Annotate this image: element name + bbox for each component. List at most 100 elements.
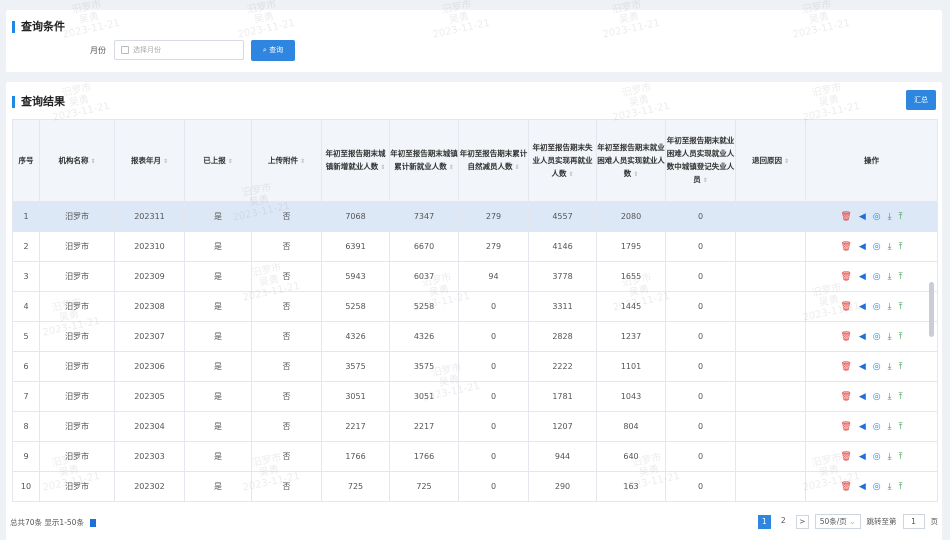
vertical-scrollbar[interactable] [929, 282, 934, 337]
send-icon[interactable]: ◀ [859, 392, 866, 402]
view-icon[interactable]: ◎ [873, 332, 881, 342]
table-row[interactable]: 9 汨罗市 202303 是否 1766 1766 0 944 640 0 🗑 ◀ ◎ ⤓ ⤒ [12, 441, 938, 472]
table-header-row: 序号 机构名称 ⇕ 报表年月 ⇕ 已上报 ⇕ 上传附件 ⇕ 年初至报告期末城镇新增就业人数 ⇕ 年初至… [12, 119, 938, 202]
send-icon[interactable]: ◀ [859, 452, 866, 462]
delete-icon[interactable]: 🗑 [840, 422, 851, 432]
sort-icon[interactable]: ⇕ [449, 161, 454, 174]
table-cell: 1 [12, 201, 40, 232]
view-icon[interactable]: ◎ [873, 392, 881, 402]
delete-icon[interactable]: 🗑 [840, 272, 851, 282]
table-cell: 0 [458, 291, 529, 322]
column-header-5[interactable]: 年初至报告期末城镇新增就业人数 ⇕ [321, 119, 390, 202]
download-icon[interactable]: ⤓ [888, 482, 892, 492]
download-icon[interactable]: ⤓ [888, 242, 892, 252]
upload-icon[interactable]: ⤒ [899, 362, 903, 372]
download-icon[interactable]: ⤓ [888, 452, 892, 462]
table-row[interactable]: 2 汨罗市 202310 是否 6391 6670 279 4146 1795 0 🗑 ◀ ◎ ⤓ ⤒ [12, 231, 938, 262]
column-header-10[interactable]: 年初至报告期末就业困难人员实现就业人数中城镇登记失业人员 ⇕ [665, 119, 736, 202]
send-icon[interactable]: ◀ [859, 482, 866, 492]
delete-icon[interactable]: 🗑 [840, 302, 851, 312]
view-icon[interactable]: ◎ [873, 212, 881, 222]
table-row[interactable]: 6 汨罗市 202306 是否 3575 3575 0 2222 1101 0 🗑 ◀ ◎ ⤓ ⤒ [12, 351, 938, 382]
summary-button[interactable]: 汇总 [906, 90, 936, 110]
view-icon[interactable]: ◎ [873, 272, 881, 282]
download-icon[interactable]: ⤓ [888, 362, 892, 372]
upload-icon[interactable]: ⤒ [899, 452, 903, 462]
upload-icon[interactable]: ⤒ [899, 422, 903, 432]
download-icon[interactable]: ⤓ [888, 392, 892, 402]
view-icon[interactable]: ◎ [873, 422, 881, 432]
download-icon[interactable]: ⤓ [888, 302, 892, 312]
page-2-button[interactable]: 2 [777, 515, 790, 529]
table-cell: 725 [389, 471, 459, 502]
delete-icon[interactable]: 🗑 [840, 392, 851, 402]
download-icon[interactable]: ⤓ [888, 332, 892, 342]
page-1-button[interactable]: 1 [757, 514, 771, 529]
column-header-6[interactable]: 年初至报告期末城镇累计新就业人数 ⇕ [389, 119, 459, 202]
sort-icon[interactable]: ⇕ [163, 155, 168, 168]
sort-icon[interactable]: ⇕ [514, 161, 519, 174]
table-row[interactable]: 7 汨罗市 202305 是否 3051 3051 0 1781 1043 0 🗑 ◀ ◎ ⤓ ⤒ [12, 381, 938, 412]
upload-icon[interactable]: ⤒ [899, 272, 903, 282]
send-icon[interactable]: ◀ [859, 422, 866, 432]
table-row[interactable]: 1 汨罗市 202311 是否 7068 7347 279 4557 2080 0 🗑 ◀ ◎ ⤓ ⤒ [12, 201, 938, 232]
send-icon[interactable]: ◀ [859, 212, 866, 222]
send-icon[interactable]: ◀ [859, 272, 866, 282]
column-header-11[interactable]: 退回原因 ⇕ [735, 119, 806, 202]
upload-icon[interactable]: ⤒ [899, 392, 903, 402]
next-page-button[interactable]: > [795, 514, 809, 529]
delete-icon[interactable]: 🗑 [840, 482, 851, 492]
send-icon[interactable]: ◀ [859, 302, 866, 312]
delete-icon[interactable]: 🗑 [840, 332, 851, 342]
sort-icon[interactable]: ⇕ [633, 168, 638, 181]
page-size-select[interactable]: 50条/页 ⌄ [814, 514, 861, 529]
delete-icon[interactable]: 🗑 [840, 212, 851, 222]
download-icon[interactable]: ⤓ [888, 212, 892, 222]
column-header-4[interactable]: 上传附件 ⇕ [251, 119, 322, 202]
column-header-8[interactable]: 年初至报告期末失业人员实现再就业人数 ⇕ [528, 119, 597, 202]
sort-icon[interactable]: ⇕ [784, 155, 789, 168]
sort-icon[interactable]: ⇕ [703, 174, 708, 187]
upload-icon[interactable]: ⤒ [899, 482, 903, 492]
view-icon[interactable]: ◎ [873, 362, 881, 372]
column-header-1[interactable]: 机构名称 ⇕ [39, 119, 115, 202]
table-row[interactable]: 3 汨罗市 202309 是否 5943 6037 94 3778 1655 0 🗑 ◀ ◎ ⤓ ⤒ [12, 261, 938, 292]
upload-icon[interactable]: ⤒ [899, 212, 903, 222]
delete-icon[interactable]: 🗑 [840, 452, 851, 462]
send-icon[interactable]: ◀ [859, 332, 866, 342]
download-icon[interactable]: ⤓ [888, 422, 892, 432]
upload-icon[interactable]: ⤒ [899, 242, 903, 252]
jump-page-input[interactable]: 1 [902, 514, 925, 529]
column-header-7[interactable]: 年初至报告期末累计自然减员人数 ⇕ [458, 119, 529, 202]
download-icon[interactable]: ⤓ [888, 272, 892, 282]
sort-icon[interactable]: ⇕ [90, 155, 95, 168]
table-row[interactable]: 8 汨罗市 202304 是否 2217 2217 0 1207 804 0 🗑 ◀ ◎ ⤓ ⤒ [12, 411, 938, 442]
view-icon[interactable]: ◎ [873, 302, 881, 312]
table-row[interactable]: 5 汨罗市 202307 是否 4326 4326 0 2828 1237 0 🗑 ◀ ◎ ⤓ ⤒ [12, 321, 938, 352]
search-button[interactable]: ⌕ 查询 [251, 40, 295, 61]
upload-icon[interactable]: ⤒ [899, 332, 903, 342]
sort-icon[interactable]: ⇕ [300, 155, 305, 168]
delete-icon[interactable]: 🗑 [840, 242, 851, 252]
send-icon[interactable]: ◀ [859, 242, 866, 252]
view-icon[interactable]: ◎ [873, 452, 881, 462]
jump-label: 跳转至第 [866, 517, 897, 526]
column-header-label: 已上报 [203, 155, 226, 165]
column-header-3[interactable]: 已上报 ⇕ [184, 119, 252, 202]
upload-icon[interactable]: ⤒ [899, 302, 903, 312]
delete-icon[interactable]: 🗑 [840, 362, 851, 372]
send-icon[interactable]: ◀ [859, 362, 866, 372]
table-row[interactable]: 10 汨罗市 202302 是否 725 725 0 290 163 0 🗑 ◀ ◎ ⤓ ⤒ [12, 471, 938, 502]
sort-icon[interactable]: ⇕ [228, 155, 233, 168]
sort-icon[interactable]: ⇕ [380, 161, 385, 174]
table-cell: 是 [184, 291, 252, 322]
sort-icon[interactable]: ⇕ [568, 168, 573, 181]
column-header-9[interactable]: 年初至报告期末就业困难人员实现就业人数 ⇕ [596, 119, 666, 202]
month-picker-input[interactable]: 选择月份 [114, 40, 244, 60]
view-icon[interactable]: ◎ [873, 482, 881, 492]
table-cell: 4 [12, 291, 40, 322]
column-header-2[interactable]: 报表年月 ⇕ [114, 119, 185, 202]
view-icon[interactable]: ◎ [873, 242, 881, 252]
table-row[interactable]: 4 汨罗市 202308 是否 5258 5258 0 3311 1445 0 🗑 ◀ ◎ ⤓ ⤒ [12, 291, 938, 322]
query-section-title: 查询条件 [12, 21, 65, 33]
